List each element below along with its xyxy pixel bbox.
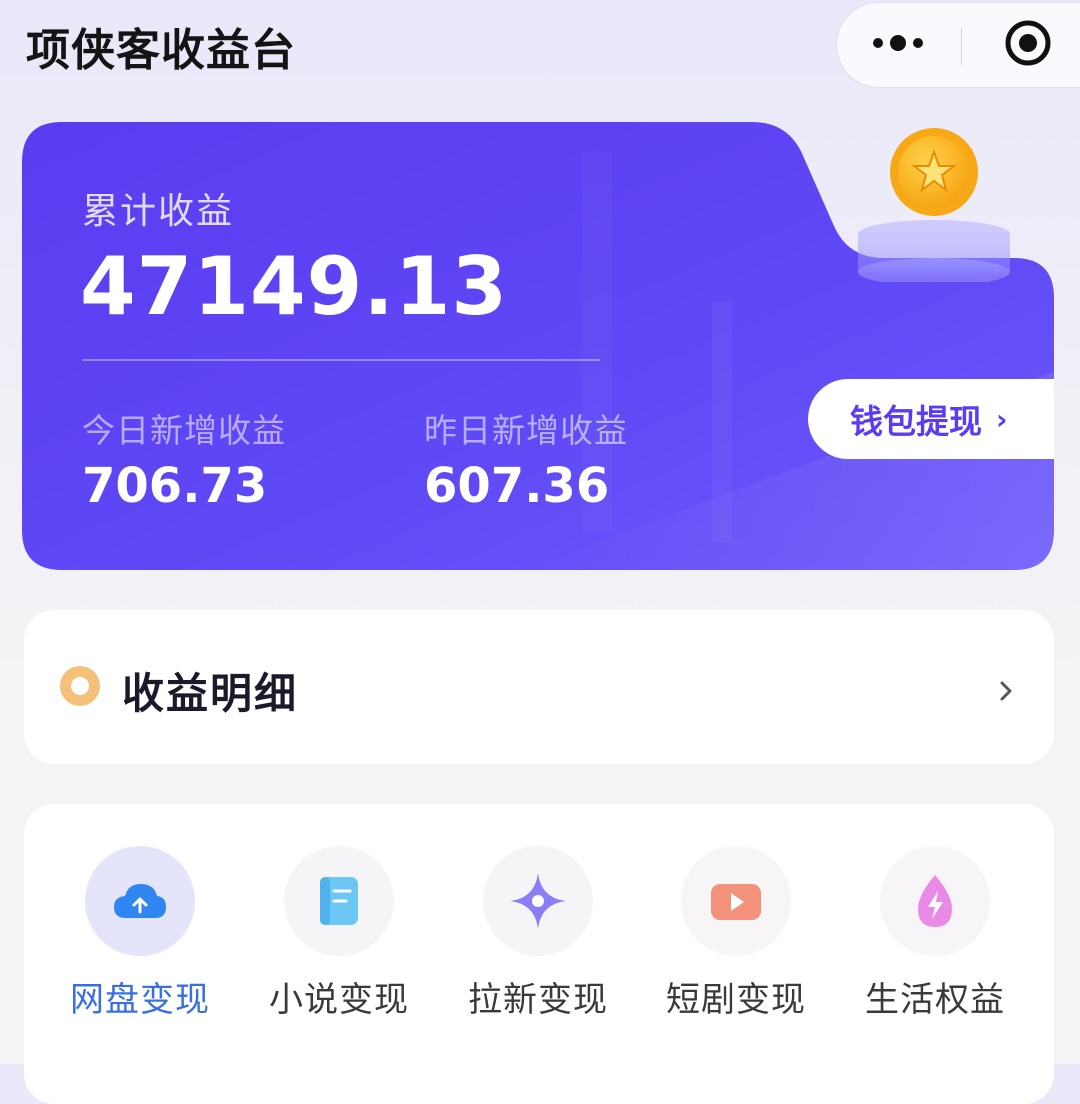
chevron-right-icon	[1000, 681, 1012, 701]
today-earnings-value: 706.73	[82, 458, 268, 514]
category-icon-circle	[483, 846, 593, 956]
book-icon	[320, 877, 358, 925]
category-label: 网盘变现	[70, 980, 210, 1020]
capsule-divider	[961, 27, 962, 65]
close-mini-program-button[interactable]	[963, 3, 1080, 87]
wallet-withdraw-button[interactable]: 钱包提现 ›	[808, 379, 1054, 459]
withdraw-label: 钱包提现	[850, 402, 982, 441]
more-button[interactable]	[837, 3, 959, 87]
yesterday-earnings-value: 607.36	[424, 458, 610, 514]
category-label: 小说变现	[269, 980, 409, 1020]
card-divider	[82, 359, 600, 361]
category-icon-circle	[85, 846, 195, 956]
page-title: 项侠客收益台	[26, 25, 296, 76]
total-earnings-label: 累计收益	[82, 191, 235, 232]
today-earnings-label: 今日新增收益	[82, 411, 286, 450]
category-item-referral[interactable]: 拉新变现	[458, 846, 618, 1026]
more-dots-icon	[870, 33, 926, 57]
category-icon-circle	[681, 846, 791, 956]
earnings-detail-title: 收益明细	[122, 669, 299, 718]
yesterday-earnings-label: 昨日新增收益	[424, 411, 628, 450]
cloud-upload-icon	[114, 884, 166, 918]
category-item-cloud-drive[interactable]: 网盘变现	[60, 846, 220, 1026]
coin-pedestal-decoration	[850, 122, 1020, 286]
total-earnings-value: 47149.13	[80, 240, 509, 333]
category-label: 短剧变现	[666, 980, 806, 1020]
category-icon-circle	[880, 846, 990, 956]
target-icon	[1003, 18, 1053, 72]
mini-program-capsule	[836, 2, 1080, 88]
chevron-right-icon: ›	[996, 402, 1008, 436]
dot-icon	[60, 666, 100, 706]
category-label: 拉新变现	[468, 980, 608, 1020]
category-item-life-benefits[interactable]: 生活权益	[855, 846, 1015, 1026]
drop-bolt-icon	[918, 875, 952, 927]
sparkle-icon	[510, 873, 566, 929]
category-item-short-drama[interactable]: 短剧变现	[656, 846, 816, 1026]
category-icon-circle	[284, 846, 394, 956]
video-play-icon	[711, 884, 761, 920]
category-item-novel[interactable]: 小说变现	[259, 846, 419, 1026]
category-label: 生活权益	[865, 980, 1005, 1020]
